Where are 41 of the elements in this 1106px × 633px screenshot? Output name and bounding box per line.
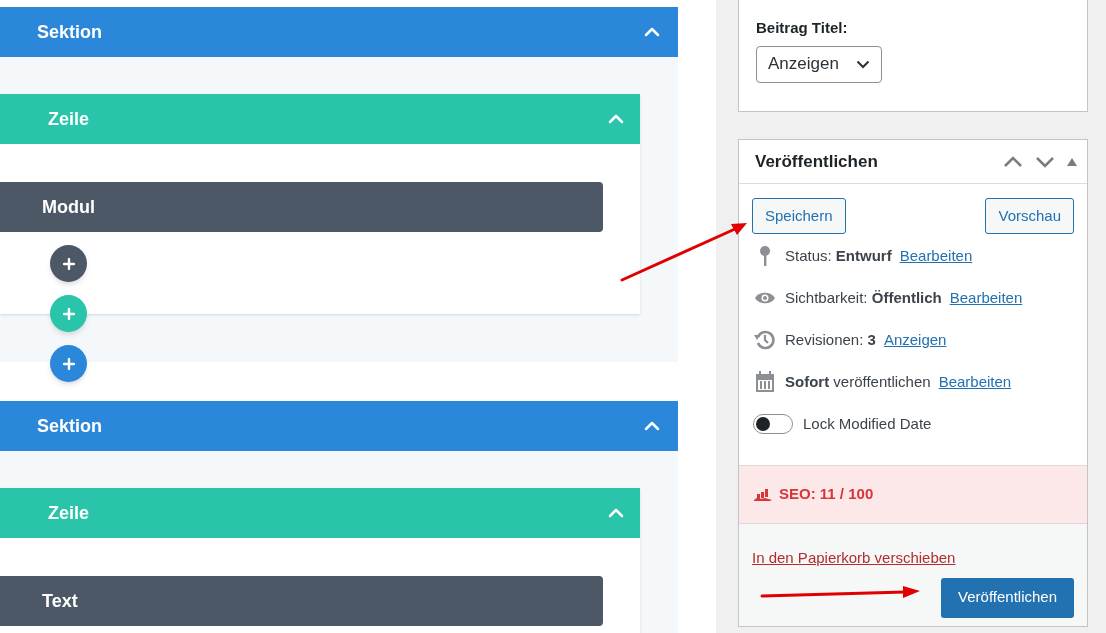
chevron-down-icon[interactable] bbox=[1035, 155, 1055, 168]
section-header[interactable]: Sektion bbox=[0, 401, 678, 451]
triangle-up-icon[interactable] bbox=[1067, 157, 1077, 166]
trash-link[interactable]: In den Papierkorb verschieben bbox=[752, 547, 956, 570]
module-title: Modul bbox=[42, 195, 95, 219]
select-field[interactable]: Anzeigen bbox=[756, 45, 882, 83]
save-button[interactable]: Speichern bbox=[752, 198, 846, 234]
row-title: Zeile bbox=[48, 501, 90, 525]
edit-link[interactable]: Bearbeiten bbox=[949, 286, 1023, 310]
toggle-switch[interactable] bbox=[753, 414, 793, 434]
module-bar[interactable]: Text bbox=[0, 576, 603, 626]
add-button[interactable] bbox=[50, 345, 87, 382]
status-text: Status: Entwurf bbox=[785, 245, 892, 266]
edit-link[interactable]: Bearbeiten bbox=[899, 244, 973, 268]
calendar-icon bbox=[755, 371, 775, 393]
module-bar[interactable]: Modul bbox=[0, 182, 603, 232]
box-title: Veröffentlichen bbox=[755, 150, 878, 173]
eye-icon bbox=[754, 291, 776, 305]
section-title: Sektion bbox=[37, 414, 102, 438]
row-title: Zeile bbox=[48, 107, 90, 131]
plus-icon bbox=[62, 357, 75, 370]
status-text: Sofort veröffentlichen bbox=[785, 371, 931, 392]
plus-icon bbox=[62, 307, 75, 320]
status-text: Sichtbarkeit: Öffentlich bbox=[785, 287, 942, 308]
pin-icon bbox=[758, 245, 772, 267]
section-header[interactable]: Sektion bbox=[0, 7, 678, 57]
preview-button[interactable]: Vorschau bbox=[985, 198, 1074, 234]
chevron-up-icon[interactable] bbox=[1003, 155, 1023, 168]
module-title: Text bbox=[42, 589, 78, 613]
plus-icon bbox=[62, 257, 75, 270]
field-label: Beitrag Titel: bbox=[756, 18, 849, 38]
chevron-down-icon bbox=[856, 59, 870, 69]
section-title: Sektion bbox=[37, 20, 102, 44]
publish-button[interactable]: Veröffentlichen bbox=[941, 577, 1074, 618]
status-text: Revisionen: 3 bbox=[785, 329, 876, 350]
chart-icon bbox=[753, 487, 773, 502]
edit-link[interactable]: Bearbeiten bbox=[938, 370, 1012, 394]
edit-link[interactable]: Anzeigen bbox=[883, 328, 947, 352]
history-icon bbox=[754, 329, 776, 351]
toggle-label: Lock Modified Date bbox=[803, 413, 932, 434]
seo-score: SEO: 11 / 100 bbox=[779, 484, 874, 505]
